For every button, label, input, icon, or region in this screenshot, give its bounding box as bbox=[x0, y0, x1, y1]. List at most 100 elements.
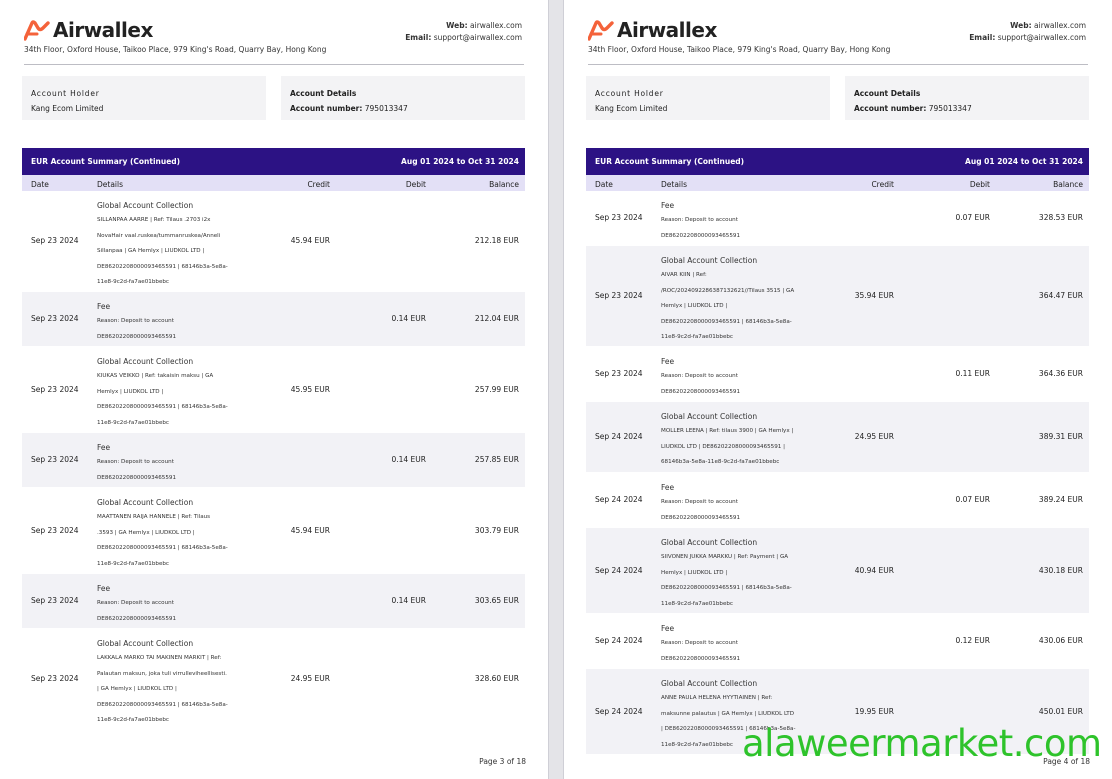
airwallex-logo-icon bbox=[588, 20, 614, 41]
row-date: Sep 23 2024 bbox=[31, 674, 79, 683]
row-details-line: 11e8-9c2d-fa7ae01bbebc bbox=[661, 600, 734, 607]
table-row: Sep 23 2024 Global Account Collection KIUK… bbox=[22, 347, 525, 433]
row-debit: 0.07 EUR bbox=[955, 213, 990, 222]
account-holder-box: Account Holder Kang Ecom Limited bbox=[22, 76, 266, 120]
row-date: Sep 24 2024 bbox=[595, 636, 643, 645]
row-details-line: Reason: Deposit to account bbox=[97, 600, 174, 607]
row-details-line: 11e8-9c2d-fa7ae01bbebc bbox=[97, 419, 170, 426]
row-balance: 303.79 EUR bbox=[474, 526, 519, 535]
row-details-line: DE86202208000093465591 bbox=[661, 232, 741, 239]
row-credit: 45.95 EUR bbox=[290, 385, 330, 394]
row-details-line: | GA Hemlyx | LIUDKOL LTD | bbox=[97, 686, 177, 693]
row-details: Fee Reason: Deposit to account DE862022080… bbox=[97, 299, 242, 345]
row-details-line: LAKKALA MARKO TAI MAKINEN MARKIT | Ref: bbox=[97, 655, 222, 662]
col-credit: Credit bbox=[307, 180, 330, 189]
brand-name: Airwallex bbox=[53, 18, 153, 42]
company-address: 34th Floor, Oxford House, Taikoo Place, … bbox=[588, 45, 891, 54]
row-balance: 328.53 EUR bbox=[1038, 213, 1083, 222]
row-details: Global Account Collection SILLANPAA AARRE… bbox=[97, 198, 242, 290]
row-credit: 35.94 EUR bbox=[854, 291, 894, 300]
row-date: Sep 24 2024 bbox=[595, 707, 643, 716]
row-details-line: DE86202208000093465591 bbox=[97, 615, 177, 622]
row-details: Fee Reason: Deposit to account DE862022080… bbox=[661, 198, 806, 244]
row-date: Sep 23 2024 bbox=[31, 596, 79, 605]
row-details-line: DE86202208000093465591 | 68146b3a-5e8a- bbox=[97, 701, 228, 708]
row-details-line: DE86202208000093465591 bbox=[97, 474, 177, 481]
row-details-line: AIVAR KIIN | Ref: bbox=[661, 272, 707, 279]
row-balance: 364.47 EUR bbox=[1038, 291, 1083, 300]
email-link[interactable]: support@airwallex.com bbox=[998, 33, 1086, 42]
row-details-line: 11e8-9c2d-fa7ae01bbebc bbox=[97, 717, 170, 724]
account-holder-label: Account Holder bbox=[595, 89, 664, 98]
row-balance: 328.60 EUR bbox=[474, 674, 519, 683]
row-details: Fee Reason: Deposit to account DE862022080… bbox=[661, 480, 806, 526]
col-balance: Balance bbox=[489, 180, 519, 189]
row-details: Global Account Collection LAKKALA MARKO T… bbox=[97, 636, 242, 728]
brand-name: Airwallex bbox=[617, 18, 717, 42]
web-label: Web: bbox=[1010, 21, 1032, 30]
table-row: Sep 23 2024 Global Account Collection LAKK… bbox=[22, 629, 525, 730]
email-label: Email: bbox=[405, 33, 432, 42]
page-number: Page 3 of 18 bbox=[479, 757, 526, 766]
account-details-label: Account Details bbox=[290, 89, 357, 98]
row-credit: 45.94 EUR bbox=[290, 526, 330, 535]
account-details-box: Account Details Account number: 79501334… bbox=[845, 76, 1089, 120]
col-balance: Balance bbox=[1053, 180, 1083, 189]
row-details-title: Global Account Collection bbox=[661, 679, 758, 688]
row-date: Sep 23 2024 bbox=[31, 236, 79, 245]
col-details: Details bbox=[97, 180, 124, 189]
row-details-line: SIIVONEN JUKKA MARKKU | Ref: Payment | G… bbox=[661, 554, 789, 561]
row-details-line: DE86202208000093465591 | 68146b3a-5e8a- bbox=[97, 404, 228, 411]
row-details-title: Fee bbox=[97, 302, 111, 311]
table-row: Sep 23 2024 Fee Reason: Deposit to account… bbox=[586, 347, 1089, 402]
row-balance: 212.04 EUR bbox=[474, 314, 519, 323]
row-date: Sep 24 2024 bbox=[595, 432, 643, 441]
account-summary-table: EUR Account Summary (Continued) Aug 01 2… bbox=[22, 148, 525, 730]
transaction-rows: Sep 23 2024 Global Account Collection SILL… bbox=[22, 191, 525, 730]
row-debit: 0.14 EUR bbox=[391, 314, 426, 323]
row-date: Sep 23 2024 bbox=[31, 455, 79, 464]
row-details-title: Fee bbox=[661, 624, 675, 633]
statement-page-4: Airwallex 34th Floor, Oxford House, Taik… bbox=[564, 0, 1112, 779]
row-debit: 0.12 EUR bbox=[955, 636, 990, 645]
row-credit: 45.94 EUR bbox=[290, 236, 330, 245]
row-details-line: SILLANPAA AARRE | Ref: Tilaus .2703 i2x bbox=[97, 217, 211, 224]
row-details: Fee Reason: Deposit to account DE862022080… bbox=[661, 621, 806, 667]
email-link[interactable]: support@airwallex.com bbox=[434, 33, 522, 42]
row-details-line: LIUDKOL LTD | DE86202208000093465591 | bbox=[661, 443, 786, 450]
header-divider bbox=[24, 64, 524, 65]
col-credit: Credit bbox=[871, 180, 894, 189]
row-balance: 389.31 EUR bbox=[1038, 432, 1083, 441]
account-holder-label: Account Holder bbox=[31, 89, 100, 98]
web-link[interactable]: airwallex.com bbox=[470, 21, 522, 30]
row-details-line: Hemlyx | LIUDKOL LTD | bbox=[97, 388, 164, 395]
account-number-label: Account number: bbox=[854, 104, 927, 113]
col-date: Date bbox=[595, 180, 613, 189]
row-details-line: 11e8-9c2d-fa7ae01bbebc bbox=[661, 334, 734, 341]
web-label: Web: bbox=[446, 21, 468, 30]
company-address: 34th Floor, Oxford House, Taikoo Place, … bbox=[24, 45, 327, 54]
row-details-line: DE86202208000093465591 | 68146b3a-5e8a- bbox=[661, 585, 792, 592]
row-details-line: Reason: Deposit to account bbox=[97, 459, 174, 466]
account-holder-box: Account Holder Kang Ecom Limited bbox=[586, 76, 830, 120]
row-details-line: Reason: Deposit to account bbox=[661, 640, 738, 647]
col-debit: Debit bbox=[969, 180, 990, 189]
row-details-line: Reason: Deposit to account bbox=[97, 318, 174, 325]
row-details-line: 68146b3a-5e8a-11e8-9c2d-fa7ae01bbebc bbox=[661, 459, 780, 466]
row-details: Global Account Collection KIUKAS VEIKKO |… bbox=[97, 354, 242, 431]
table-row: Sep 23 2024 Fee Reason: Deposit to account… bbox=[22, 574, 525, 629]
summary-title: EUR Account Summary (Continued) bbox=[31, 157, 181, 166]
row-details-line: Reason: Deposit to account bbox=[661, 499, 738, 506]
web-link[interactable]: airwallex.com bbox=[1034, 21, 1086, 30]
row-details-line: DE86202208000093465591 | 68146b3a-5e8a- bbox=[97, 545, 228, 552]
statement-page-3: Airwallex 34th Floor, Oxford House, Taik… bbox=[0, 0, 548, 779]
table-row: Sep 23 2024 Fee Reason: Deposit to account… bbox=[22, 292, 525, 347]
row-details-line: MOLLER LEENA | Ref: tilaus 3900 | GA Hem… bbox=[661, 428, 794, 435]
row-details-line: DE86202208000093465591 | 68146b3a-5e8a- bbox=[97, 263, 228, 270]
row-details: Fee Reason: Deposit to account DE862022080… bbox=[97, 440, 242, 486]
account-holder-value: Kang Ecom Limited bbox=[31, 104, 104, 113]
row-details-line: KIUKAS VEIKKO | Ref: takaisin maksu | GA bbox=[97, 373, 214, 380]
row-date: Sep 23 2024 bbox=[595, 213, 643, 222]
row-details-line: .3593 | GA Hemlyx | LIUDKOL LTD | bbox=[97, 529, 195, 536]
table-row: Sep 23 2024 Global Account Collection SILL… bbox=[22, 191, 525, 292]
